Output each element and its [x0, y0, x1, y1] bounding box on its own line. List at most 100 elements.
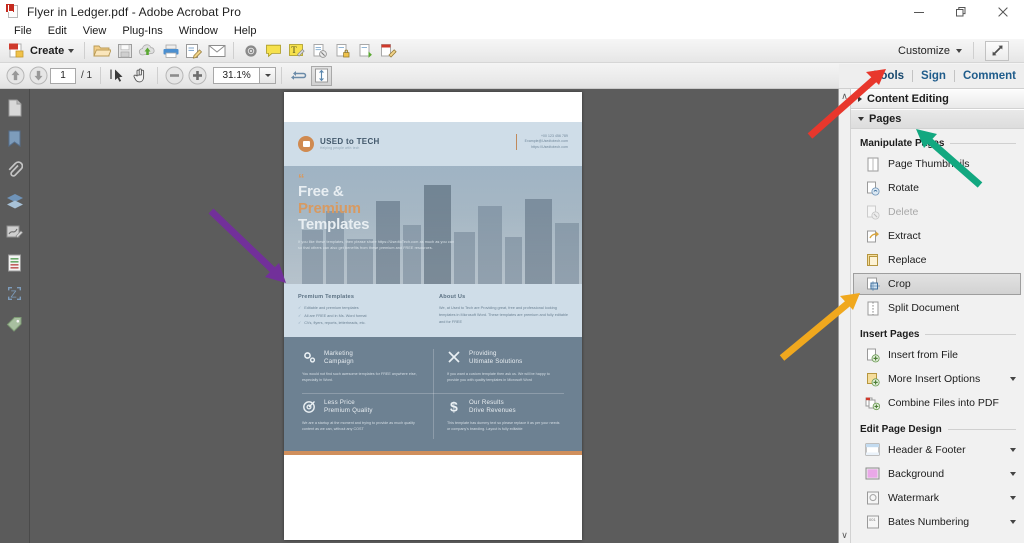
select-tool-button[interactable]	[107, 66, 128, 86]
zoom-level-control[interactable]: 31.1%	[213, 67, 277, 84]
export-page-button[interactable]	[355, 41, 376, 61]
tool-replace[interactable]: Replace	[851, 248, 1024, 272]
page-number-input[interactable]: 1	[50, 67, 76, 84]
bookmarks-icon[interactable]	[4, 126, 26, 151]
window-controls	[898, 0, 1024, 23]
extract-page-icon	[865, 229, 880, 244]
attachments-paperclip-icon[interactable]	[4, 157, 26, 182]
chevron-down-icon[interactable]	[259, 67, 277, 84]
svg-text:Z: Z	[11, 290, 17, 301]
tab-comment[interactable]: Comment	[955, 64, 1024, 89]
customize-control[interactable]: Customize	[898, 40, 1024, 61]
flyer-columns: Premium Templates ✓ Editable and premium …	[284, 284, 582, 337]
flyer-header: USED to TECH Helping people with tech +0…	[284, 122, 582, 166]
pdf-page[interactable]: USED to TECH Helping people with tech +0…	[284, 92, 582, 540]
tool-more-insert-options[interactable]: More Insert Options	[851, 367, 1024, 391]
bullet-text: CVs, flyers, reports, letterheads, etc.	[304, 321, 366, 325]
minimize-icon[interactable]	[898, 0, 940, 23]
tool-label: Rotate	[888, 182, 919, 194]
tools-cross-icon	[447, 350, 462, 365]
secure-page-button[interactable]	[332, 41, 353, 61]
signatures-icon[interactable]	[4, 219, 26, 244]
remove-page-button[interactable]	[309, 41, 330, 61]
tool-label: Bates Numbering	[888, 516, 970, 528]
previous-page-button[interactable]	[5, 66, 26, 86]
about-us-column: About Us We, at Used to Tech are Providi…	[439, 294, 568, 328]
model-tree-icon[interactable]: Z	[4, 281, 26, 306]
layers-icon[interactable]	[4, 188, 26, 213]
tool-crop[interactable]: Crop	[853, 273, 1021, 295]
group-rule	[925, 334, 1016, 335]
page-thumbnails-icon[interactable]	[4, 95, 26, 120]
page-top-margin	[284, 92, 582, 122]
chevron-down-icon[interactable]: ∨	[841, 531, 848, 540]
create-pdf-icon	[9, 43, 24, 57]
tool-insert-from-file[interactable]: Insert from File	[851, 343, 1024, 367]
contact-website: https://Usedtotech.com	[531, 144, 568, 149]
rotate-view-button[interactable]	[288, 66, 309, 86]
zoom-out-button[interactable]	[164, 66, 185, 86]
tool-rotate[interactable]: Rotate	[851, 176, 1024, 200]
group-label: Insert Pages	[860, 329, 920, 340]
tool-page-thumbnails[interactable]: Page Thumbnails	[851, 152, 1024, 176]
chevron-down-icon[interactable]	[1010, 472, 1016, 476]
accordion-pages[interactable]: Pages	[851, 109, 1024, 129]
print-button[interactable]	[160, 41, 181, 61]
hand-pan-button[interactable]	[130, 66, 151, 86]
content-icon[interactable]	[4, 250, 26, 275]
chevron-down-icon[interactable]	[1010, 448, 1016, 452]
fit-page-button[interactable]	[311, 65, 333, 86]
highlight-text-button[interactable]: T	[286, 41, 307, 61]
menu-file[interactable]: File	[6, 23, 40, 39]
zoom-level-input[interactable]: 31.1%	[213, 67, 260, 84]
close-icon[interactable]	[982, 0, 1024, 23]
next-page-button[interactable]	[28, 66, 49, 86]
chevron-up-icon[interactable]: ∧	[841, 92, 848, 101]
menu-edit[interactable]: Edit	[40, 23, 75, 39]
tags-icon[interactable]	[4, 312, 26, 337]
settings-button[interactable]	[240, 41, 261, 61]
tool-combine-files[interactable]: Combine Files into PDF	[851, 391, 1024, 415]
tool-header-footer[interactable]: Header & Footer	[851, 438, 1024, 462]
chevron-down-icon	[858, 117, 864, 121]
replace-page-icon	[865, 253, 880, 268]
sticky-note-button[interactable]	[263, 41, 284, 61]
menu-help[interactable]: Help	[226, 23, 265, 39]
menu-window[interactable]: Window	[171, 23, 226, 39]
tool-watermark[interactable]: Watermark	[851, 486, 1024, 510]
email-button[interactable]	[206, 41, 227, 61]
tool-split-document[interactable]: Split Document	[851, 296, 1024, 320]
menu-view[interactable]: View	[75, 23, 115, 39]
upload-cloud-button[interactable]	[137, 41, 158, 61]
chevron-down-icon[interactable]	[1010, 496, 1016, 500]
check-icon: ✓	[298, 313, 302, 318]
tool-extract[interactable]: Extract	[851, 224, 1024, 248]
tool-label: Replace	[888, 254, 927, 266]
acrobat-pdf-icon	[6, 4, 21, 19]
chevron-down-icon[interactable]	[1010, 520, 1016, 524]
open-file-button[interactable]	[91, 41, 112, 61]
tab-sign[interactable]: Sign	[913, 64, 954, 89]
tab-tools[interactable]: Tools	[866, 64, 912, 89]
tool-background[interactable]: Background	[851, 462, 1024, 486]
accordion-content-editing[interactable]: Content Editing	[851, 89, 1024, 109]
accordion-label: Pages	[869, 113, 902, 125]
svg-text:001: 001	[869, 517, 876, 522]
create-button[interactable]: Create	[3, 41, 79, 61]
document-canvas[interactable]: USED to TECH Helping people with tech +0…	[30, 89, 838, 543]
about-us-heading: About Us	[439, 294, 466, 300]
zoom-in-button[interactable]	[187, 66, 208, 86]
chevron-down-icon[interactable]	[68, 48, 75, 53]
expand-arrows-icon[interactable]	[985, 40, 1009, 61]
chevron-down-icon[interactable]	[1010, 377, 1016, 381]
restore-icon[interactable]	[940, 0, 982, 23]
menu-plugins[interactable]: Plug-Ins	[114, 23, 170, 39]
sign-form-button[interactable]	[183, 41, 204, 61]
edit-page-button[interactable]	[378, 41, 399, 61]
tool-bates-numbering[interactable]: 001 Bates Numbering	[851, 510, 1024, 534]
panel-scrollbar[interactable]: ∧ ∨	[839, 89, 851, 543]
flyer-hero: “ Free & Premium Templates If you like t…	[284, 166, 582, 284]
premium-templates-heading: Premium Templates	[298, 294, 355, 300]
chevron-down-icon[interactable]	[956, 48, 962, 53]
save-button[interactable]	[114, 41, 135, 61]
